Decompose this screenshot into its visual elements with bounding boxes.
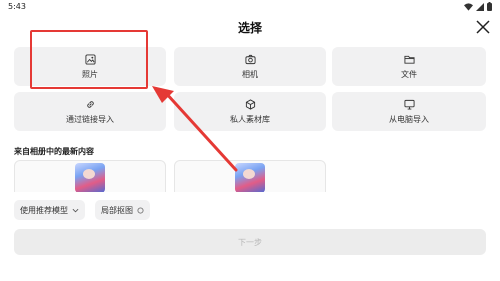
thumbnail-image — [235, 163, 265, 192]
recent-thumbnail[interactable] — [174, 160, 326, 192]
battery-icon — [487, 2, 492, 11]
option-camera[interactable]: 相机 — [174, 47, 326, 86]
option-import-computer[interactable]: 从电脑导入 — [332, 92, 486, 131]
monitor-icon — [403, 98, 415, 110]
recent-thumbnail[interactable] — [14, 160, 166, 192]
option-private-library[interactable]: 私人素材库 — [174, 92, 326, 131]
model-select-chip[interactable]: 使用推荐模型 — [14, 200, 85, 220]
signal-icon — [476, 2, 484, 11]
option-photo-label: 照片 — [82, 70, 98, 79]
cube-icon — [244, 98, 256, 110]
next-step-label: 下一步 — [238, 237, 262, 247]
recent-section-title: 来自相册中的最新内容 — [14, 147, 94, 156]
status-icons — [464, 2, 492, 11]
wifi-icon — [464, 2, 473, 11]
page-title: 选择 — [237, 21, 262, 35]
status-time: 5:43 — [8, 2, 26, 11]
partial-cutout-label: 局部抠图 — [101, 205, 133, 215]
close-button[interactable] — [474, 18, 492, 36]
photo-icon — [84, 53, 96, 65]
option-files[interactable]: 文件 — [332, 47, 486, 86]
radio-circle-icon — [137, 206, 144, 214]
status-bar: 5:43 — [0, 0, 500, 14]
option-files-label: 文件 — [401, 70, 417, 79]
thumbnail-image — [75, 163, 105, 192]
model-select-label: 使用推荐模型 — [20, 205, 68, 215]
folder-icon — [403, 53, 415, 65]
option-private-library-label: 私人素材库 — [230, 115, 270, 124]
link-icon — [84, 98, 96, 110]
option-camera-label: 相机 — [242, 70, 258, 79]
bottom-bar — [0, 269, 500, 281]
option-import-link[interactable]: 通过链接导入 — [14, 92, 166, 131]
chevron-down-icon — [72, 208, 79, 212]
partial-cutout-chip[interactable]: 局部抠图 — [95, 200, 150, 220]
option-import-link-label: 通过链接导入 — [66, 115, 114, 124]
option-import-computer-label: 从电脑导入 — [389, 115, 429, 124]
option-photo[interactable]: 照片 — [14, 47, 166, 86]
camera-icon — [244, 53, 256, 65]
close-icon — [476, 20, 490, 34]
dialog-header: 选择 — [0, 14, 500, 42]
recent-thumbnails — [14, 160, 486, 192]
next-step-button[interactable]: 下一步 — [14, 229, 486, 255]
